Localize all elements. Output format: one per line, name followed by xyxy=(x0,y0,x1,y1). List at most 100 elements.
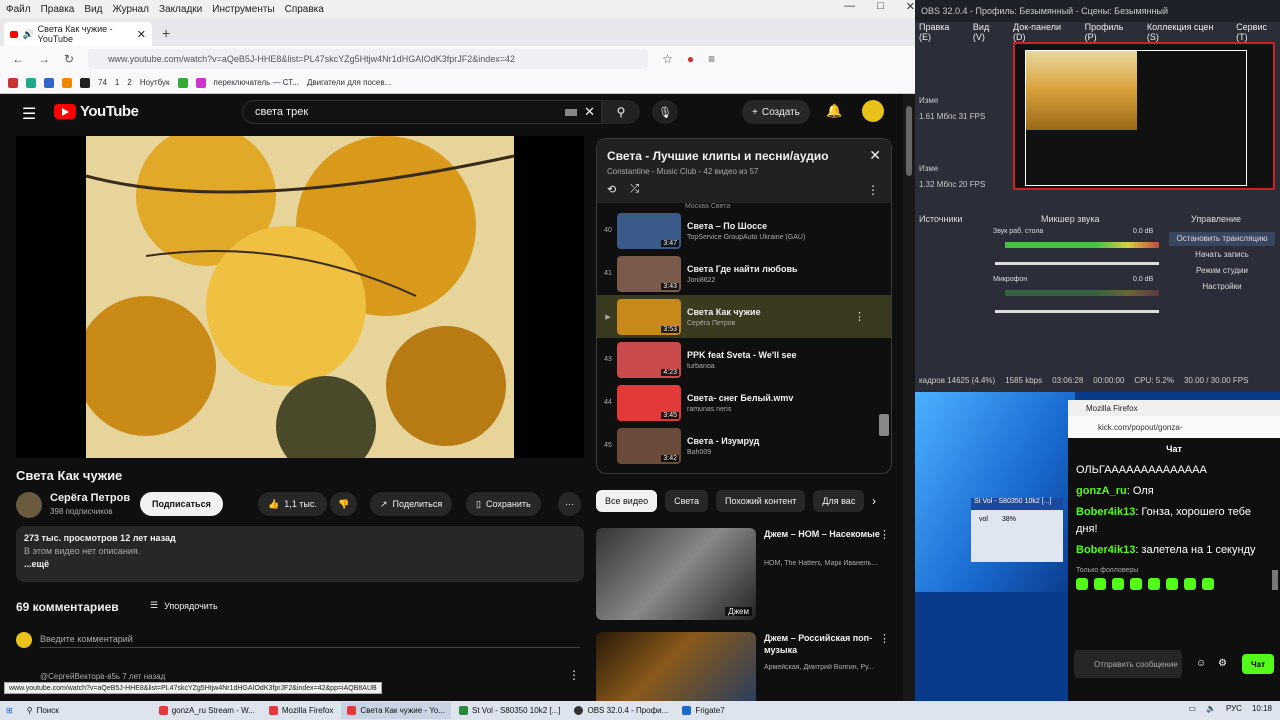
channel-avatar[interactable] xyxy=(16,492,42,518)
chip-sveta[interactable]: Света xyxy=(665,490,709,512)
emote-icon[interactable] xyxy=(1076,578,1088,590)
bookmark-icon[interactable] xyxy=(195,77,206,88)
more-actions-button[interactable]: ⋯ xyxy=(558,492,581,516)
comment-input[interactable]: Введите комментарий xyxy=(40,634,580,648)
voice-search-button[interactable]: 🎙 xyxy=(652,100,678,124)
settings-gear-icon[interactable]: ⚙ xyxy=(1218,658,1227,669)
menu-view[interactable]: Вид xyxy=(84,4,102,15)
taskbar-app[interactable]: St Vol - S80350 10k2 [...] xyxy=(453,702,567,719)
extension-icon[interactable]: ● xyxy=(687,52,694,66)
channel-name[interactable]: Серёга Петров xyxy=(50,492,130,504)
loop-icon[interactable]: ⟲ xyxy=(607,183,616,196)
clock[interactable]: 10:18 xyxy=(1252,704,1272,713)
bookmark-item[interactable]: Двигатели для посев... xyxy=(307,78,391,87)
maximize-icon[interactable]: □ xyxy=(877,0,884,18)
obs-menu-item[interactable]: Правка (E) xyxy=(919,22,963,42)
keyboard-icon[interactable] xyxy=(565,108,577,116)
recommendation-item[interactable]: Джем Джем – НОМ – Насекомые НОМ, The Hat… xyxy=(596,528,896,624)
bookmark-icon[interactable] xyxy=(26,77,36,88)
back-icon[interactable]: ← xyxy=(12,52,24,66)
search-input[interactable]: света трек ✕ xyxy=(242,100,602,124)
rec-menu-icon[interactable]: ⋮ xyxy=(879,632,890,645)
page-scrollbar[interactable] xyxy=(903,94,915,701)
settings-button[interactable]: Настройки xyxy=(1169,280,1275,294)
bookmark-icon[interactable] xyxy=(62,77,72,88)
menu-file[interactable]: Файл xyxy=(6,4,31,15)
minimize-icon[interactable]: — xyxy=(844,0,855,18)
playlist-item[interactable]: 40 3:47 Света – По Шоссе TopService Group… xyxy=(597,209,891,252)
obs-menu-item[interactable]: Док-панели (D) xyxy=(1013,22,1075,42)
playlist-menu-icon[interactable]: ⋮ xyxy=(867,183,879,197)
volume-window[interactable]: St Vol - S80350 10k2 [...] vol 38% xyxy=(971,498,1063,562)
taskbar-app-active[interactable]: Света Как чужие - Yo... xyxy=(341,702,451,719)
menu-tools[interactable]: Инструменты xyxy=(212,4,274,15)
show-more-link[interactable]: ...ещё xyxy=(24,558,576,571)
start-recording-button[interactable]: Начать запись xyxy=(1169,248,1275,262)
account-avatar[interactable] xyxy=(862,100,884,122)
chip-related[interactable]: Похожий контент xyxy=(716,490,806,512)
start-button[interactable]: ⊞ xyxy=(0,702,19,719)
chat-username[interactable]: Bober4ik13 xyxy=(1076,506,1135,518)
forward-icon[interactable]: → xyxy=(38,52,50,66)
chip-all[interactable]: Все видео xyxy=(596,490,658,512)
rec-menu-icon[interactable]: ⋮ xyxy=(879,528,890,541)
playlist-item[interactable]: 44 3:45 Света- снег Белый.wmv ramunas ner… xyxy=(597,381,891,424)
close-playlist-icon[interactable]: ✕ xyxy=(869,147,881,164)
notifications-bell-icon[interactable]: 🔔 xyxy=(826,103,842,119)
kick-url[interactable]: kick.com/popout/gonza- xyxy=(1068,416,1280,438)
youtube-logo[interactable]: YouTube xyxy=(54,103,139,120)
emote-icon[interactable] xyxy=(1148,578,1160,590)
emote-icon[interactable] xyxy=(1112,578,1124,590)
menu-icon[interactable]: ≡ xyxy=(708,52,715,66)
search-button[interactable]: ⚲ xyxy=(602,100,640,124)
scrollbar-thumb[interactable] xyxy=(906,106,912,176)
obs-menu-item[interactable]: Вид (V) xyxy=(973,22,1003,42)
taskbar-app[interactable]: OBS 32.0.4 - Профи... xyxy=(568,702,674,719)
emoji-icon[interactable]: ☺ xyxy=(1196,658,1206,669)
bookmark-star-icon[interactable]: ☆ xyxy=(662,52,673,66)
item-menu-icon[interactable]: ⋮ xyxy=(854,310,865,323)
obs-menu-item[interactable]: Сервис (T) xyxy=(1236,22,1280,42)
hamburger-menu-icon[interactable]: ☰ xyxy=(22,104,36,124)
subscribe-button[interactable]: Подписаться xyxy=(140,492,223,516)
menu-bookmarks[interactable]: Закладки xyxy=(159,4,202,15)
bookmark-item[interactable]: 1 xyxy=(115,78,119,87)
desktop-volume-slider[interactable] xyxy=(995,262,1159,265)
studio-mode-button[interactable]: Режим студии xyxy=(1169,264,1275,278)
close-icon[interactable]: ✕ xyxy=(906,0,915,18)
emote-icon[interactable] xyxy=(1184,578,1196,590)
comment-author[interactable]: @СергейВекторв-в5ь 7 лет назад xyxy=(40,672,165,681)
chat-username[interactable]: Bober4ik13 xyxy=(1076,544,1135,556)
chat-input[interactable]: Отправить сообщение xyxy=(1074,650,1182,678)
playlist-item-current[interactable]: ▶ 3:53 Света Как чужие Серёга Петров ⋮ xyxy=(597,295,891,338)
bookmark-icon[interactable] xyxy=(8,77,18,88)
menu-history[interactable]: Журнал xyxy=(112,4,149,15)
obs-menu-item[interactable]: Коллекция сцен (S) xyxy=(1147,22,1226,42)
menu-help[interactable]: Справка xyxy=(285,4,324,15)
bookmark-item[interactable]: 2 xyxy=(127,78,131,87)
chat-username[interactable]: gonzA_ru xyxy=(1076,485,1127,497)
obs-preview[interactable] xyxy=(1013,42,1275,190)
taskbar-app[interactable]: gonzA_ru Stream - W... xyxy=(153,702,261,719)
emote-icon[interactable] xyxy=(1094,578,1106,590)
video-player[interactable] xyxy=(16,136,584,458)
sort-comments-button[interactable]: ☰ Упорядочить xyxy=(150,600,218,611)
playlist-title[interactable]: Света - Лучшие клипы и песни/аудио xyxy=(607,149,881,163)
bookmark-icon[interactable] xyxy=(177,77,188,88)
description-box[interactable]: 273 тыс. просмотров 12 лет назад В этом … xyxy=(16,526,584,582)
clear-search-icon[interactable]: ✕ xyxy=(584,104,595,120)
send-chat-button[interactable]: Чат xyxy=(1242,654,1274,674)
taskbar-app[interactable]: Frigate7 xyxy=(676,702,730,719)
bookmark-item[interactable]: 74 xyxy=(98,78,107,87)
emote-icon[interactable] xyxy=(1130,578,1142,590)
shuffle-icon[interactable]: ⤮ xyxy=(630,183,639,196)
url-bar[interactable]: www.youtube.com/watch?v=aQeB5J-HHE8&list… xyxy=(88,49,649,69)
save-button[interactable]: ▯ Сохранить xyxy=(466,492,541,516)
share-button[interactable]: ↗ Поделиться xyxy=(370,492,453,516)
mic-volume-slider[interactable] xyxy=(995,310,1159,313)
reload-icon[interactable]: ↻ xyxy=(64,52,74,66)
stop-streaming-button[interactable]: Остановить трансляцию xyxy=(1169,232,1275,246)
playlist-item[interactable]: 43 4:23 PPK feat Sveta - We'll see turban… xyxy=(597,338,891,381)
bookmark-icon[interactable] xyxy=(44,77,54,88)
speaker-icon[interactable]: 🔊 xyxy=(22,29,33,40)
